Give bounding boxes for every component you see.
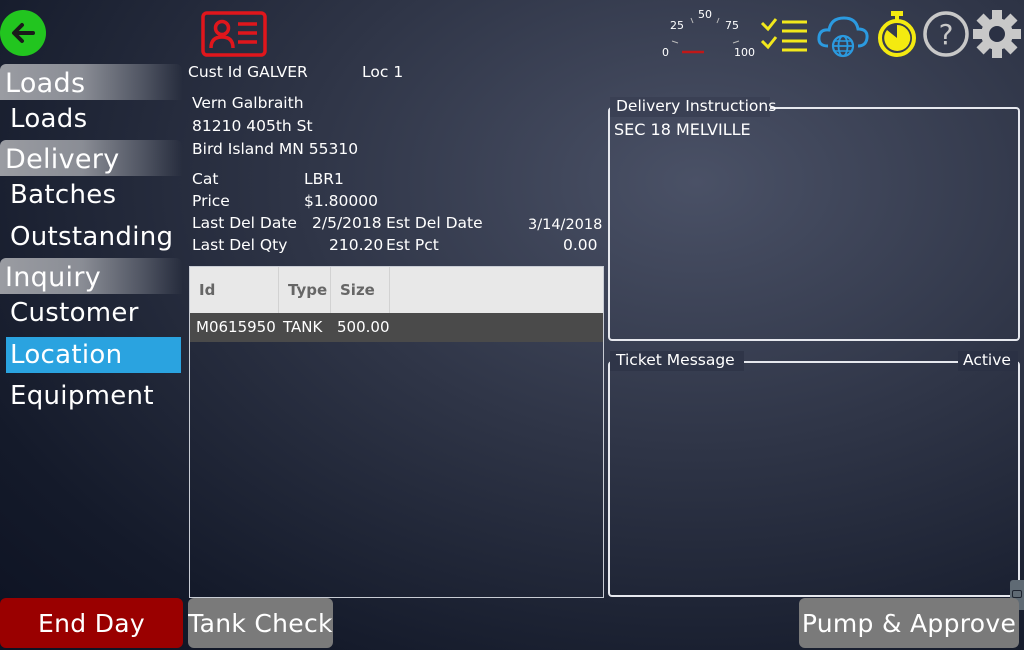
gauge-button[interactable]: 0 25 50 75 100: [660, 6, 755, 62]
customer-name: Vern Galbraith: [192, 94, 304, 112]
loc-label: Loc: [362, 63, 389, 81]
customer-card-icon: [201, 11, 267, 57]
back-button[interactable]: [0, 10, 46, 56]
cat-value: LBR1: [304, 170, 344, 188]
est-pct-label: Est Pct: [386, 236, 439, 254]
price-value: $1.80000: [304, 192, 378, 210]
cust-id-label: Cust Id: [188, 63, 243, 81]
location-number: Loc 1: [362, 63, 403, 81]
customer-state: MN: [278, 140, 304, 158]
help-icon[interactable]: ?: [922, 10, 970, 58]
ticket-message-legend: Ticket Message: [616, 351, 735, 369]
last-del-date-label: Last Del Date: [192, 214, 297, 232]
arrow-left-icon: [12, 23, 35, 43]
est-del-date-value: 3/14/2018: [528, 217, 603, 233]
gauge-tick: 75: [725, 19, 739, 32]
gauge-tick: 50: [698, 8, 712, 21]
svg-text:?: ?: [939, 18, 954, 51]
est-pct-value: 0.00: [563, 236, 598, 254]
ticket-status: Active: [963, 351, 1011, 369]
handle-icon: [1012, 590, 1022, 598]
pump-approve-button[interactable]: Pump & Approve: [799, 598, 1019, 648]
customer-city: Bird Island: [192, 140, 274, 158]
checklist-icon[interactable]: [760, 14, 810, 56]
ticket-message-box[interactable]: [608, 361, 1020, 597]
last-del-qty-value: 210.20: [329, 236, 384, 254]
nav-item-equipment[interactable]: Equipment: [6, 378, 181, 414]
section-header-delivery: Delivery: [0, 140, 182, 176]
cell-type: TANK: [283, 318, 323, 336]
table-header: Id Type Size: [190, 267, 603, 313]
customer-address: 81210 405th St: [192, 117, 313, 135]
delivery-instructions-text[interactable]: SEC 18 MELVILLE: [614, 120, 751, 139]
tank-check-button[interactable]: Tank Check: [188, 598, 333, 648]
end-day-button[interactable]: End Day: [0, 598, 183, 648]
cell-id: M0615950: [196, 318, 276, 336]
stopwatch-icon[interactable]: [876, 10, 918, 58]
gear-icon[interactable]: [972, 9, 1022, 59]
nav-item-batches[interactable]: Batches: [6, 177, 181, 213]
gauge-tick: 100: [734, 46, 755, 59]
cat-label: Cat: [192, 170, 219, 188]
cell-size: 500.00: [337, 318, 390, 336]
gauge-tick: 25: [670, 19, 684, 32]
last-del-qty-label: Last Del Qty: [192, 236, 288, 254]
cust-id-value: GALVER: [247, 63, 308, 81]
nav-item-loads[interactable]: Loads: [6, 101, 181, 137]
column-header-size[interactable]: Size: [331, 267, 390, 313]
gauge-tick: 0: [662, 46, 669, 59]
column-header-id[interactable]: Id: [190, 267, 279, 313]
delivery-instructions-box: [608, 107, 1020, 341]
column-header-type[interactable]: Type: [279, 267, 331, 313]
customer-city-state-zip: Bird Island MN 55310: [192, 140, 358, 158]
last-del-date-value: 2/5/2018: [312, 214, 382, 232]
equipment-table: Id Type Size M0615950 TANK 500.00: [189, 266, 604, 598]
cust-id: Cust Id GALVER: [188, 63, 308, 81]
nav-item-customer[interactable]: Customer: [6, 295, 181, 331]
nav-item-outstanding[interactable]: Outstanding: [6, 219, 181, 255]
customer-zip: 55310: [308, 140, 359, 158]
nav-item-location[interactable]: Location: [6, 337, 181, 373]
price-label: Price: [192, 192, 230, 210]
section-header-loads: Loads: [0, 64, 182, 100]
delivery-instructions-legend: Delivery Instructions: [616, 97, 777, 115]
table-row[interactable]: M0615950 TANK 500.00: [190, 313, 603, 342]
cloud-globe-icon[interactable]: [816, 12, 870, 58]
section-header-inquiry: Inquiry: [0, 258, 182, 294]
est-del-date-label: Est Del Date: [386, 214, 483, 232]
loc-value: 1: [393, 63, 404, 81]
